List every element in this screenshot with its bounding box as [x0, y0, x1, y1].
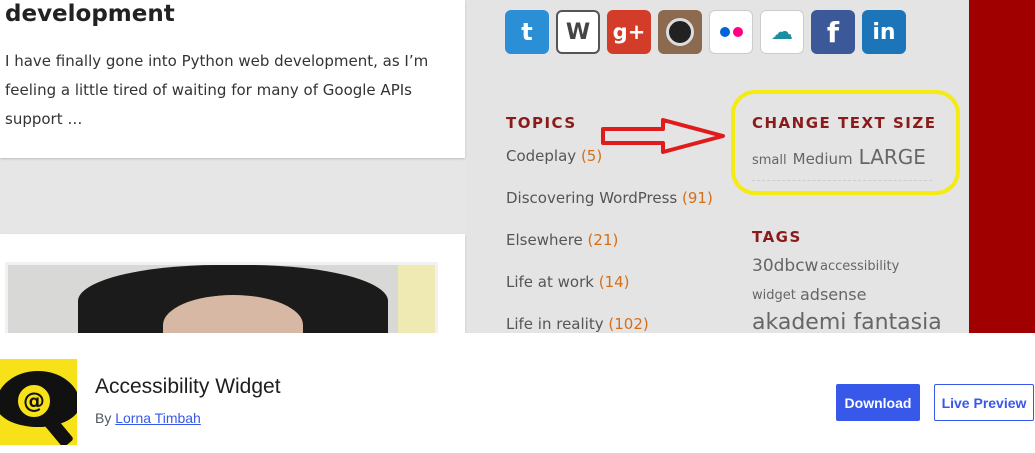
topic-link[interactable]: Life in reality (102) — [506, 315, 649, 333]
cloud-icon[interactable]: ☁ — [760, 10, 804, 54]
facebook-icon[interactable]: f — [811, 10, 855, 54]
tags-heading: TAGS — [752, 228, 802, 246]
post-card: development I have finally gone into Pyt… — [0, 0, 465, 158]
topic-link[interactable]: Elsewhere (21) — [506, 231, 618, 249]
tag-link[interactable]: widget — [752, 288, 796, 303]
social-icons: t W g+ ☁ f in — [505, 10, 906, 54]
post-photo — [5, 262, 438, 333]
red-side-bar — [969, 0, 1035, 333]
post-excerpt: I have finally gone into Python web deve… — [5, 52, 429, 128]
plugin-screenshot: development I have finally gone into Pyt… — [0, 0, 1035, 333]
download-button[interactable]: Download — [836, 384, 920, 421]
tag-link[interactable]: 30dbcw — [752, 256, 818, 276]
linkedin-icon[interactable]: in — [862, 10, 906, 54]
wordpress-icon[interactable]: W — [556, 10, 600, 54]
plugin-title: Accessibility Widget — [95, 375, 281, 398]
flickr-icon[interactable] — [709, 10, 753, 54]
highlight-ring — [731, 90, 960, 195]
post-title[interactable]: development — [5, 1, 175, 27]
google-plus-icon[interactable]: g+ — [607, 10, 651, 54]
red-arrow-annotation — [601, 118, 725, 154]
tag-link[interactable]: accessibility — [820, 259, 899, 274]
topic-link[interactable]: Discovering WordPress (91) — [506, 189, 713, 207]
plugin-logo-icon: @ — [0, 359, 77, 445]
tag-link[interactable]: akademi fantasia — [752, 310, 942, 333]
twitter-icon[interactable]: t — [505, 10, 549, 54]
instagram-icon[interactable] — [658, 10, 702, 54]
plugin-author: By Lorna Timbah — [95, 410, 201, 426]
topics-heading: TOPICS — [506, 114, 577, 132]
topic-link[interactable]: Codeplay (5) — [506, 147, 602, 165]
live-preview-button[interactable]: Live Preview — [934, 384, 1034, 421]
author-link[interactable]: Lorna Timbah — [115, 410, 201, 426]
topic-link[interactable]: Life at work (14) — [506, 273, 630, 291]
tag-link[interactable]: adsense — [800, 285, 866, 304]
